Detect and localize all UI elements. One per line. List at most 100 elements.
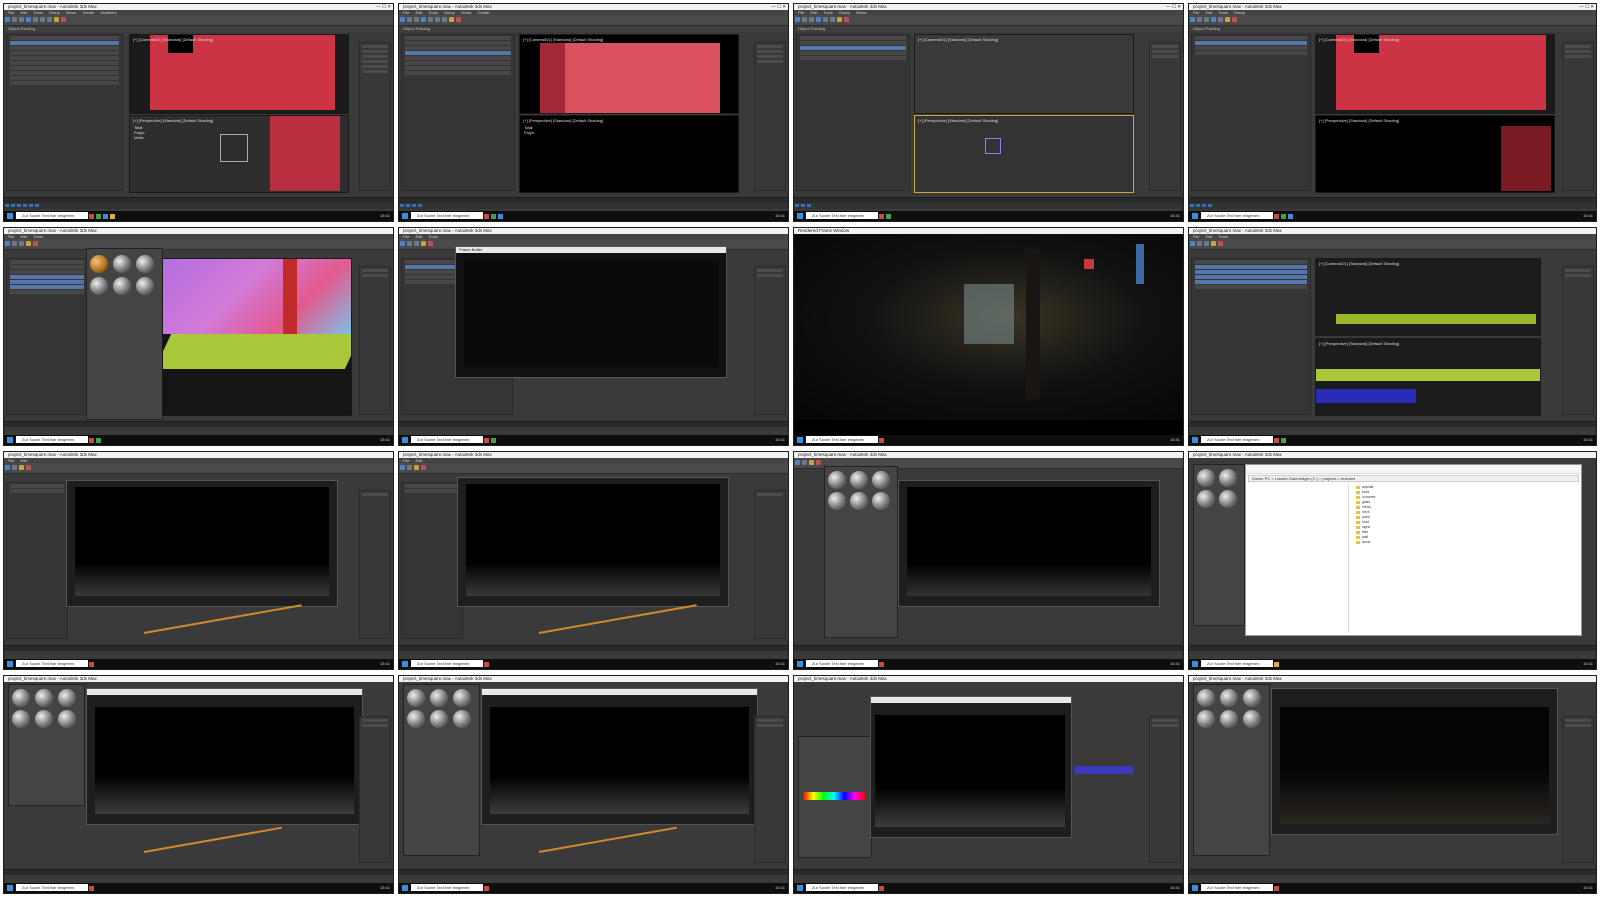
app-icon[interactable] (96, 213, 101, 219)
ribbon[interactable]: Object Painting (1189, 26, 1596, 32)
viewport-perspective[interactable]: [+] [Perspective] [Standard] [Default Sh… (129, 115, 349, 193)
windows-start-icon[interactable] (797, 661, 803, 667)
timeline[interactable] (1189, 421, 1596, 427)
material-slot[interactable] (90, 255, 108, 273)
material-slot[interactable] (58, 710, 76, 728)
taskbar-search[interactable]: Zur Suche Text hier eingeben (411, 884, 483, 891)
frame-buffer-window[interactable] (870, 696, 1072, 838)
command-panel[interactable] (754, 716, 786, 863)
list-item[interactable]: asphalt (1356, 485, 1573, 489)
taskbar[interactable]: Zur Suche Text hier eingeben 15:41 (794, 659, 1183, 669)
timeline[interactable] (399, 869, 788, 875)
browser-icon[interactable] (103, 213, 108, 219)
taskbar[interactable]: Zur Suche Text hier eingeben 15:41 (4, 883, 393, 893)
windows-start-icon[interactable] (402, 885, 408, 891)
windows-start-icon[interactable] (402, 661, 408, 667)
material-slot[interactable] (430, 710, 448, 728)
main-toolbar[interactable] (1189, 239, 1596, 250)
material-slot[interactable] (1219, 490, 1237, 508)
list-item[interactable]: glass (1356, 500, 1573, 504)
viewport-top[interactable]: [+] [Camera001] [Standard] [Default Shad… (1315, 258, 1541, 336)
taskbar[interactable]: Zur Suche Text hier eingeben 15:41 (399, 435, 788, 445)
taskbar[interactable]: Zur Suche Text hier eingeben 15:41 (4, 659, 393, 669)
explorer-nav-pane[interactable] (1248, 483, 1349, 633)
list-item[interactable] (10, 61, 119, 65)
material-slot[interactable] (113, 277, 131, 295)
frame-buffer-window[interactable] (66, 480, 338, 607)
scene-explorer[interactable] (1191, 258, 1311, 415)
viewport-perspective[interactable]: [+] [Perspective] [Standard] [Default Sh… (914, 115, 1134, 193)
taskbar[interactable]: Zur Suche Text hier eingeben 15:41 (794, 883, 1183, 893)
viewport-top[interactable]: [+] [Camera001] [Standard] [Default Shad… (914, 34, 1134, 114)
material-slot[interactable] (430, 689, 448, 707)
windows-start-icon[interactable] (7, 885, 13, 891)
material-slot[interactable] (90, 277, 108, 295)
material-editor[interactable] (1193, 684, 1270, 856)
taskbar-search[interactable]: Zur Suche Text hier eingeben (806, 660, 878, 667)
list-item[interactable] (10, 36, 119, 40)
list-item[interactable] (10, 66, 119, 70)
taskbar-search[interactable]: Zur Suche Text hier eingeben (16, 436, 88, 443)
windows-start-icon[interactable] (7, 661, 13, 667)
windows-start-icon[interactable] (402, 213, 408, 219)
list-item[interactable]: metal (1356, 505, 1573, 509)
material-editor[interactable] (86, 248, 163, 420)
material-editor[interactable] (1193, 464, 1245, 626)
scene-explorer[interactable] (401, 34, 515, 191)
material-editor[interactable] (798, 736, 872, 858)
viewport-top[interactable]: [+] [Camera001] [Standard] [Default Shad… (519, 34, 739, 114)
material-slot[interactable] (872, 492, 890, 510)
explorer-address-bar[interactable]: Dieser PC > Lokaler Datenträger (C:) > p… (1248, 475, 1579, 482)
command-panel[interactable] (1562, 716, 1594, 863)
frame-buffer-window[interactable] (457, 477, 729, 607)
material-slot[interactable] (453, 689, 471, 707)
camera-box[interactable] (220, 134, 248, 162)
taskbar-search[interactable]: Zur Suche Text hier eingeben (411, 212, 483, 219)
frame-buffer-window[interactable]: Frame Buffer (455, 246, 727, 378)
list-item[interactable]: concrete (1356, 495, 1573, 499)
windows-start-icon[interactable] (7, 213, 13, 219)
material-slot[interactable] (1197, 469, 1215, 487)
list-item[interactable]: wall (1356, 535, 1573, 539)
scene-explorer[interactable] (1191, 34, 1311, 191)
main-toolbar[interactable] (1189, 15, 1596, 26)
viewport-perspective[interactable]: [+] [Perspective] [Standard] [Default Sh… (519, 115, 739, 193)
list-item[interactable]: paint (1356, 515, 1573, 519)
taskbar-search[interactable]: Zur Suche Text hier eingeben (806, 884, 878, 891)
viewport-top[interactable]: [+] [Camera001] [Standard] [Default Shad… (1315, 34, 1555, 114)
scene-explorer[interactable] (796, 34, 910, 191)
list-item[interactable] (10, 56, 119, 60)
list-item[interactable] (10, 76, 119, 80)
taskbar-search[interactable]: Zur Suche Text hier eingeben (1201, 212, 1273, 219)
frame-buffer-window[interactable] (481, 688, 758, 825)
material-slot[interactable] (453, 710, 471, 728)
windows-start-icon[interactable] (402, 437, 408, 443)
windows-start-icon[interactable] (7, 437, 13, 443)
taskbar-search[interactable]: Zur Suche Text hier eingeben (411, 436, 483, 443)
command-panel[interactable] (754, 42, 786, 191)
material-slot[interactable] (12, 689, 30, 707)
command-panel[interactable] (359, 266, 391, 415)
render-icon[interactable] (61, 17, 66, 22)
command-panel[interactable] (754, 266, 786, 415)
material-editor[interactable] (824, 466, 898, 638)
color-gradient[interactable] (803, 792, 865, 800)
folder-icon[interactable] (110, 213, 115, 219)
list-item[interactable]: tiles (1356, 530, 1573, 534)
main-toolbar[interactable] (399, 463, 788, 474)
taskbar[interactable]: Zur Suche Text hier eingeben 15:41 (399, 883, 788, 893)
material-slot[interactable] (1197, 490, 1215, 508)
windows-start-icon[interactable] (1192, 213, 1198, 219)
list-item[interactable] (10, 41, 119, 45)
material-editor[interactable] (8, 684, 85, 806)
command-panel[interactable] (1149, 716, 1181, 863)
material-slot[interactable] (1197, 689, 1215, 707)
taskbar[interactable]: Zur Suche Text hier eingeben 15:41 (794, 435, 1183, 445)
windows-start-icon[interactable] (1192, 437, 1198, 443)
frame-buffer-window[interactable] (1271, 688, 1558, 835)
taskbar[interactable]: Zur Suche Text hier eingeben 15:41 (1189, 883, 1596, 893)
undo-icon[interactable] (5, 17, 10, 22)
timeline[interactable] (4, 645, 393, 651)
material-slot[interactable] (828, 492, 846, 510)
list-item[interactable] (10, 71, 119, 75)
